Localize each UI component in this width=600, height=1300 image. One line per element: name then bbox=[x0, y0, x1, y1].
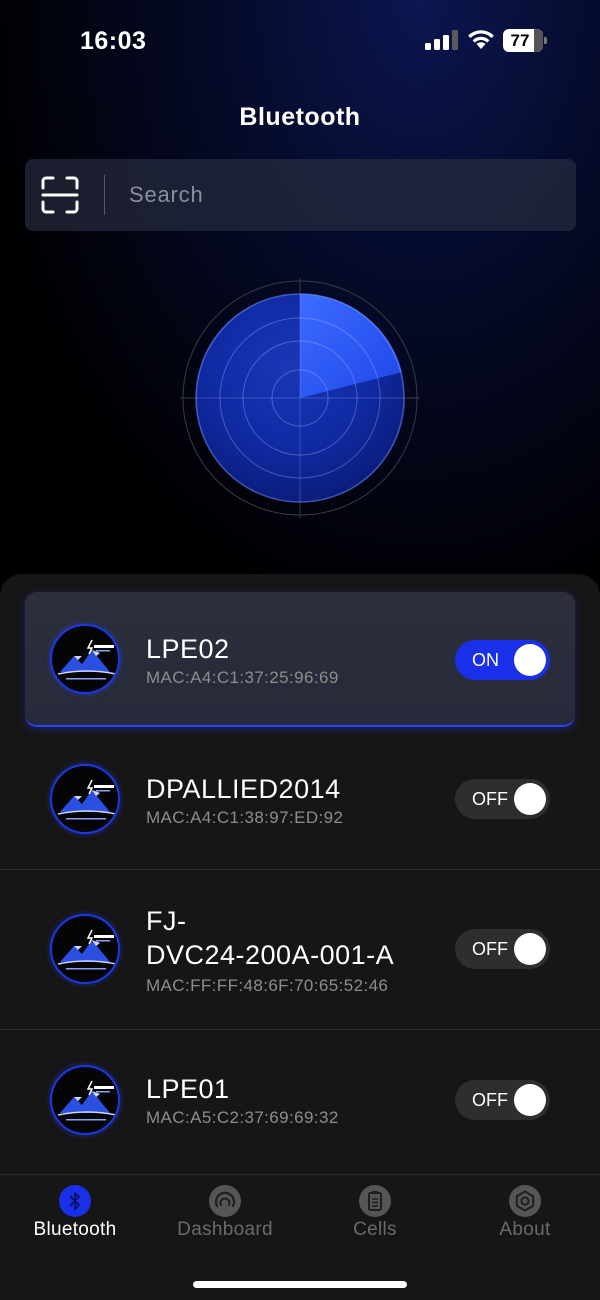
scan-qr-icon[interactable] bbox=[41, 176, 79, 214]
cellular-signal-icon bbox=[425, 30, 459, 50]
toggle-knob bbox=[514, 1084, 546, 1116]
tab-about[interactable]: About bbox=[450, 1175, 600, 1255]
device-mac: MAC:A5:C2:37:69:69:32 bbox=[146, 1108, 339, 1127]
toggle-knob bbox=[514, 933, 546, 965]
tab-label: About bbox=[499, 1219, 551, 1240]
summit-logo-icon bbox=[50, 914, 120, 984]
device-row-lpe02[interactable]: LPE02 MAC:A4:C1:37:25:96:69 ON bbox=[25, 592, 575, 727]
device-name: LPE01 bbox=[146, 1074, 230, 1104]
toggle-label: ON bbox=[472, 650, 499, 670]
home-indicator bbox=[193, 1281, 407, 1288]
status-time: 16:03 bbox=[80, 27, 147, 55]
device-row-lpe01[interactable]: LPE01 MAC:A5:C2:37:69:69:32 OFF bbox=[0, 1030, 600, 1170]
radar-scan-icon bbox=[180, 278, 420, 518]
hex-settings-icon bbox=[509, 1185, 541, 1217]
status-bar: 16:03 77 bbox=[0, 0, 600, 82]
toggle-label: OFF bbox=[472, 1090, 508, 1110]
battery-icon: 77 bbox=[503, 29, 547, 52]
page-title: Bluetooth bbox=[239, 103, 361, 131]
search-bar bbox=[25, 159, 576, 231]
toggle-knob bbox=[514, 644, 546, 676]
device-toggle[interactable]: OFF bbox=[455, 929, 550, 969]
device-name: LPE02 bbox=[146, 634, 230, 664]
device-toggle[interactable]: ON bbox=[455, 640, 550, 680]
device-name-line1: FJ- bbox=[146, 906, 187, 936]
tab-label: Bluetooth bbox=[33, 1219, 117, 1240]
device-list: LPE02 MAC:A4:C1:37:25:96:69 ON DPALLIED2… bbox=[0, 574, 600, 1174]
device-row-fj-dvc24[interactable]: FJ- DVC24-200A-001-A MAC:FF:FF:48:6F:70:… bbox=[0, 870, 600, 1029]
search-input[interactable] bbox=[129, 175, 549, 215]
summit-logo-icon bbox=[50, 624, 120, 694]
device-mac: MAC:A4:C1:38:97:ED:92 bbox=[146, 808, 344, 827]
search-divider bbox=[104, 175, 105, 215]
tab-label: Cells bbox=[353, 1219, 397, 1240]
summit-logo-icon bbox=[50, 764, 120, 834]
device-name: DPALLIED2014 bbox=[146, 774, 341, 804]
device-row-dpallied2014[interactable]: DPALLIED2014 MAC:A4:C1:38:97:ED:92 OFF bbox=[0, 731, 600, 869]
battery-level: 77 bbox=[510, 31, 530, 50]
tab-label: Dashboard bbox=[177, 1219, 273, 1240]
tab-bluetooth[interactable]: Bluetooth bbox=[0, 1175, 150, 1255]
device-toggle[interactable]: OFF bbox=[455, 1080, 550, 1120]
device-mac: MAC:A4:C1:37:25:96:69 bbox=[146, 668, 339, 687]
battery-cells-icon bbox=[359, 1185, 391, 1217]
wifi-icon bbox=[468, 30, 494, 49]
tab-dashboard[interactable]: Dashboard bbox=[150, 1175, 300, 1255]
device-mac: MAC:FF:FF:48:6F:70:65:52:46 bbox=[146, 976, 389, 995]
gauge-icon bbox=[209, 1185, 241, 1217]
bluetooth-icon bbox=[59, 1185, 91, 1217]
toggle-label: OFF bbox=[472, 939, 508, 959]
device-toggle[interactable]: OFF bbox=[455, 779, 550, 819]
tab-cells[interactable]: Cells bbox=[300, 1175, 450, 1255]
toggle-knob bbox=[514, 783, 546, 815]
device-name-line2: DVC24-200A-001-A bbox=[146, 940, 395, 970]
summit-logo-icon bbox=[50, 1065, 120, 1135]
toggle-label: OFF bbox=[472, 789, 508, 809]
